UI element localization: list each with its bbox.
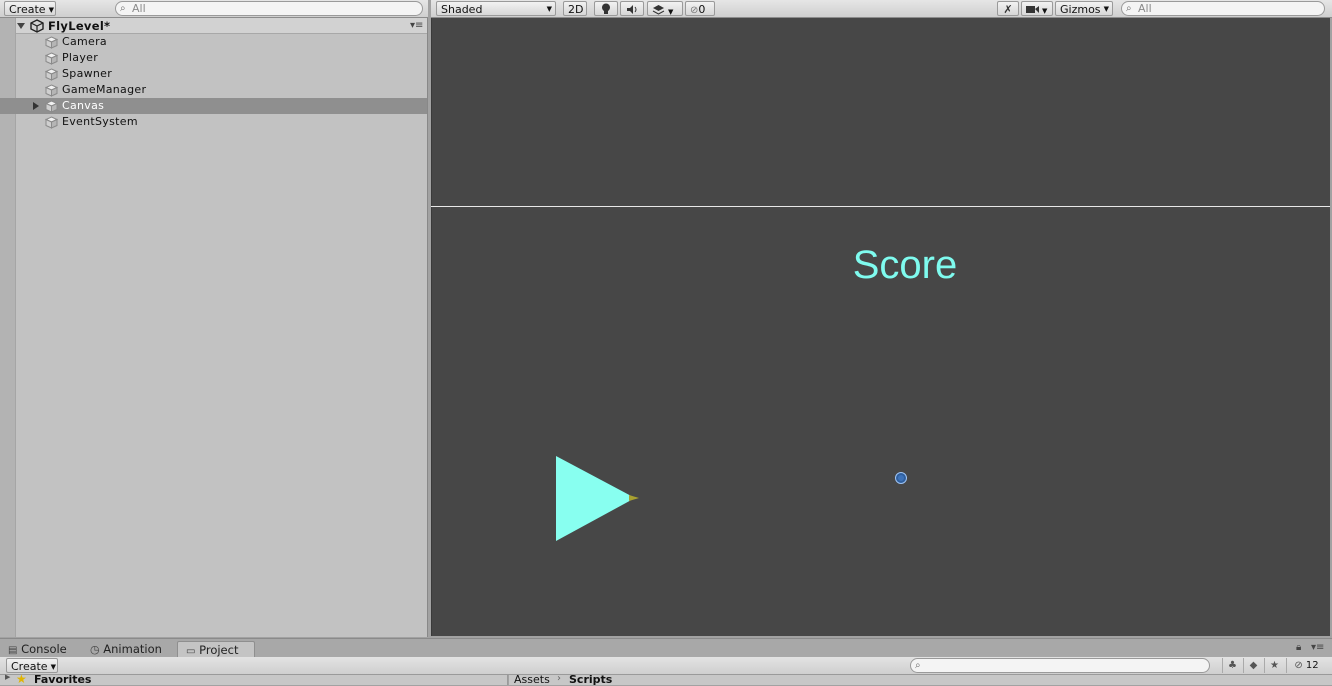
toggle-2d-label: 2D [568, 3, 584, 16]
tab-label: Console [21, 642, 67, 656]
tools-icon: ✗ [1003, 3, 1013, 16]
project-hidden-count: 12 [1305, 660, 1319, 671]
gameobject-cube-icon [45, 36, 58, 49]
gizmos-dropdown[interactable]: Gizmos ▼ [1055, 1, 1113, 16]
toggle-2d-button[interactable]: 2D [563, 1, 587, 16]
hierarchy-item-label: Canvas [62, 99, 105, 112]
shading-mode-label: Shaded [441, 3, 483, 16]
hierarchy-toolbar: Create ▼ ⌕ All [0, 0, 428, 18]
lock-icon[interactable]: 🔒︎ [1296, 642, 1301, 653]
project-toolbar: Create ▼ ⌕ ♣ ◆ ★ ⊘ 12 [0, 657, 1332, 675]
score-text[interactable]: Score [820, 240, 990, 290]
project-create-button[interactable]: Create ▼ [6, 658, 58, 673]
unity-scene-icon [30, 19, 44, 33]
breadcrumb-scripts[interactable]: Scripts [569, 673, 612, 686]
gameobject-cube-icon [45, 52, 58, 65]
star-icon: ★ [16, 672, 27, 686]
scene-search-input[interactable]: ⌕ All [1121, 1, 1325, 16]
bottom-tab-bar: ▤ Console ◷ Animation ▭ Project 🔒︎ ▾≡ [0, 638, 1332, 658]
type-filter-icon: ♣ [1228, 660, 1237, 671]
spawner-gizmo-icon[interactable] [894, 471, 908, 485]
tab-project[interactable]: ▭ Project [177, 641, 255, 658]
hierarchy-item-label: Player [62, 51, 99, 64]
project-asset-view: Assets › Scripts [509, 673, 1332, 686]
hierarchy-item-label: EventSystem [62, 115, 138, 128]
gameobject-cube-icon [45, 116, 58, 129]
hierarchy-item-label: GameManager [62, 83, 147, 96]
canvas-boundary-line [431, 206, 1330, 207]
search-icon: ⌕ [915, 660, 921, 671]
audio-toggle-button[interactable] [620, 1, 644, 16]
player-triangle [556, 456, 635, 541]
project-folder-tree: ▶ ★ Favorites [0, 672, 508, 686]
filter-by-label-button[interactable]: ◆ [1243, 658, 1263, 673]
create-button[interactable]: Create ▼ [4, 1, 56, 16]
scene-header-row[interactable]: FlyLevel* ▾≡ [16, 18, 427, 34]
shading-mode-dropdown[interactable]: Shaded ▼ [436, 1, 556, 16]
eye-hidden-icon: ⊘ [1294, 660, 1303, 671]
scene-search-placeholder: All [1138, 2, 1152, 15]
player-nose-gizmo [629, 495, 639, 501]
hierarchy-search-placeholder: All [132, 2, 146, 15]
hierarchy-item-camera[interactable]: Camera [0, 34, 427, 50]
hierarchy-item-canvas[interactable]: Canvas [0, 98, 427, 114]
panel-menu-icon[interactable]: ▾≡ [1311, 642, 1324, 653]
foldout-expanded-icon[interactable] [16, 22, 26, 30]
player-ship[interactable] [555, 455, 645, 545]
effects-toggle-button[interactable]: ▼ [647, 1, 683, 16]
gizmos-label: Gizmos [1060, 3, 1101, 16]
hidden-objects-counter[interactable]: ⊘0 [685, 1, 715, 16]
lightbulb-icon [602, 3, 610, 14]
dropdown-caret-icon: ▼ [50, 663, 56, 671]
dropdown-caret-icon: ▼ [1042, 7, 1048, 15]
create-label: Create [9, 3, 46, 16]
favorites-label[interactable]: Favorites [34, 673, 91, 686]
tab-label: Animation [103, 642, 162, 656]
gameobject-cube-icon [45, 68, 58, 81]
gameobject-cube-icon [45, 100, 58, 113]
tab-animation[interactable]: ◷ Animation [90, 641, 172, 658]
camera-icon [1026, 6, 1039, 13]
lighting-toggle-button[interactable] [594, 1, 618, 16]
hidden-count: 0 [698, 3, 706, 16]
dropdown-caret-icon: ▼ [48, 6, 54, 14]
star-icon: ★ [1270, 660, 1279, 671]
dropdown-caret-icon: ▼ [1103, 5, 1109, 13]
hierarchy-item-label: Spawner [62, 67, 113, 80]
foldout-collapsed-icon[interactable] [33, 102, 39, 110]
search-icon: ⌕ [1126, 3, 1132, 14]
hierarchy-item-gamemanager[interactable]: GameManager [0, 82, 427, 98]
scene-name: FlyLevel* [48, 19, 111, 33]
camera-settings-button[interactable]: ▼ [1021, 1, 1053, 16]
foldout-collapsed-icon[interactable]: ▶ [5, 673, 10, 681]
breadcrumb-separator-icon: › [557, 673, 561, 684]
hierarchy-item-player[interactable]: Player [0, 50, 427, 66]
project-search-input[interactable]: ⌕ [910, 658, 1210, 673]
filter-by-type-button[interactable]: ♣ [1222, 658, 1242, 673]
breadcrumb-assets[interactable]: Assets [514, 673, 550, 686]
tab-label: Project [199, 643, 239, 657]
search-icon: ⌕ [120, 3, 126, 14]
tab-console[interactable]: ▤ Console [8, 641, 78, 658]
scene-tools-button[interactable]: ✗ [997, 1, 1019, 16]
gameobject-cube-icon [45, 84, 58, 97]
hierarchy-item-eventsystem[interactable]: EventSystem [0, 114, 427, 130]
hierarchy-search-input[interactable]: ⌕ All [115, 1, 423, 16]
dropdown-caret-icon: ▼ [546, 5, 552, 13]
effects-layers-icon [652, 5, 665, 15]
hierarchy-item-spawner[interactable]: Spawner [0, 66, 427, 82]
folder-icon: ▭ [186, 646, 196, 657]
project-hidden-counter[interactable]: ⊘ 12 [1286, 658, 1326, 673]
hierarchy-item-label: Camera [62, 35, 107, 48]
scene-menu-icon[interactable]: ▾≡ [410, 18, 423, 34]
speaker-icon [627, 5, 637, 14]
console-icon: ▤ [8, 645, 18, 656]
scene-toolbar: Shaded ▼ 2D ▼ ⊘0 ✗ ▼ Gizmos ▼ ⌕ All [431, 0, 1332, 18]
clock-icon: ◷ [90, 643, 100, 656]
favorite-search-button[interactable]: ★ [1264, 658, 1284, 673]
label-tag-icon: ◆ [1249, 660, 1258, 671]
dropdown-caret-icon: ▼ [668, 8, 674, 16]
